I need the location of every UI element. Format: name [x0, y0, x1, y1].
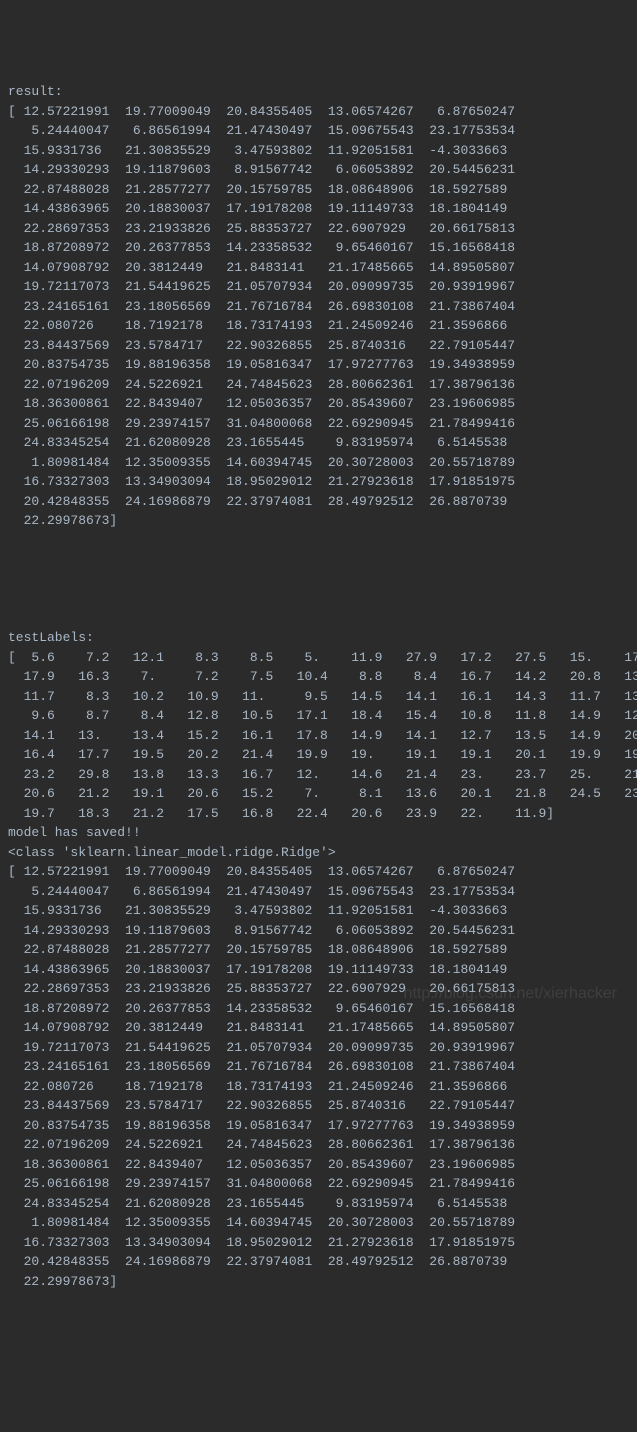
testlabels-array: [ 5.6 7.2 12.1 8.3 8.5 5. 11.9 27.9 17.2… — [8, 650, 637, 821]
class-line: <class 'sklearn.linear_model.ridge.Ridge… — [8, 845, 336, 860]
console-output: result: [ 12.57221991 19.77009049 20.843… — [8, 82, 629, 1291]
model-saved-text: model has saved!! — [8, 825, 141, 840]
second-array: [ 12.57221991 19.77009049 20.84355405 13… — [8, 864, 515, 1289]
result-array: [ 12.57221991 19.77009049 20.84355405 13… — [8, 104, 515, 529]
testlabels-label: testLabels: — [8, 630, 94, 645]
result-label: result: — [8, 84, 63, 99]
